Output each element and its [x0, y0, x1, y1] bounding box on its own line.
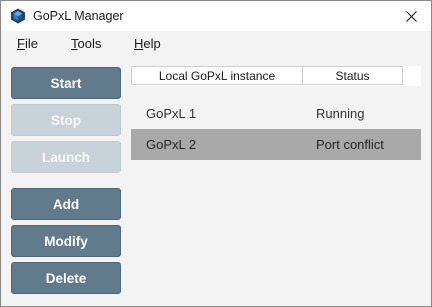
- stop-button[interactable]: Stop: [11, 104, 121, 136]
- app-window: GoPxL Manager File Tools Help Start Stop…: [0, 0, 432, 307]
- column-header-instance[interactable]: Local GoPxL instance: [131, 66, 303, 85]
- instance-name: GoPxL 2: [146, 137, 197, 152]
- table-header: Local GoPxL instance Status: [131, 66, 421, 86]
- gopxl-cube-icon: [10, 8, 26, 24]
- table-row[interactable]: GoPxL 1 Running: [131, 98, 421, 129]
- add-button[interactable]: Add: [11, 188, 121, 220]
- menu-file[interactable]: File: [17, 36, 38, 51]
- menu-help[interactable]: Help: [134, 36, 161, 51]
- delete-button[interactable]: Delete: [11, 262, 121, 294]
- window-title: GoPxL Manager: [33, 9, 124, 23]
- instance-status: Running: [316, 106, 365, 121]
- menu-bar: File Tools Help: [1, 31, 431, 57]
- start-button[interactable]: Start: [11, 67, 121, 99]
- title-bar: GoPxL Manager: [1, 1, 431, 31]
- table-row[interactable]: GoPxL 2 Port conflict: [131, 129, 421, 160]
- instance-name: GoPxL 1: [146, 106, 197, 121]
- instances-table: Local GoPxL instance Status GoPxL 1 Runn…: [131, 66, 421, 296]
- column-header-status[interactable]: Status: [302, 66, 403, 85]
- modify-button[interactable]: Modify: [11, 225, 121, 257]
- close-button[interactable]: [391, 1, 431, 31]
- launch-button[interactable]: Launch: [11, 141, 121, 173]
- instance-status: Port conflict: [316, 137, 384, 152]
- close-icon: [405, 10, 417, 22]
- menu-tools[interactable]: Tools: [71, 36, 101, 51]
- main-content: Start Stop Launch Add Modify Delete Loca…: [1, 57, 431, 306]
